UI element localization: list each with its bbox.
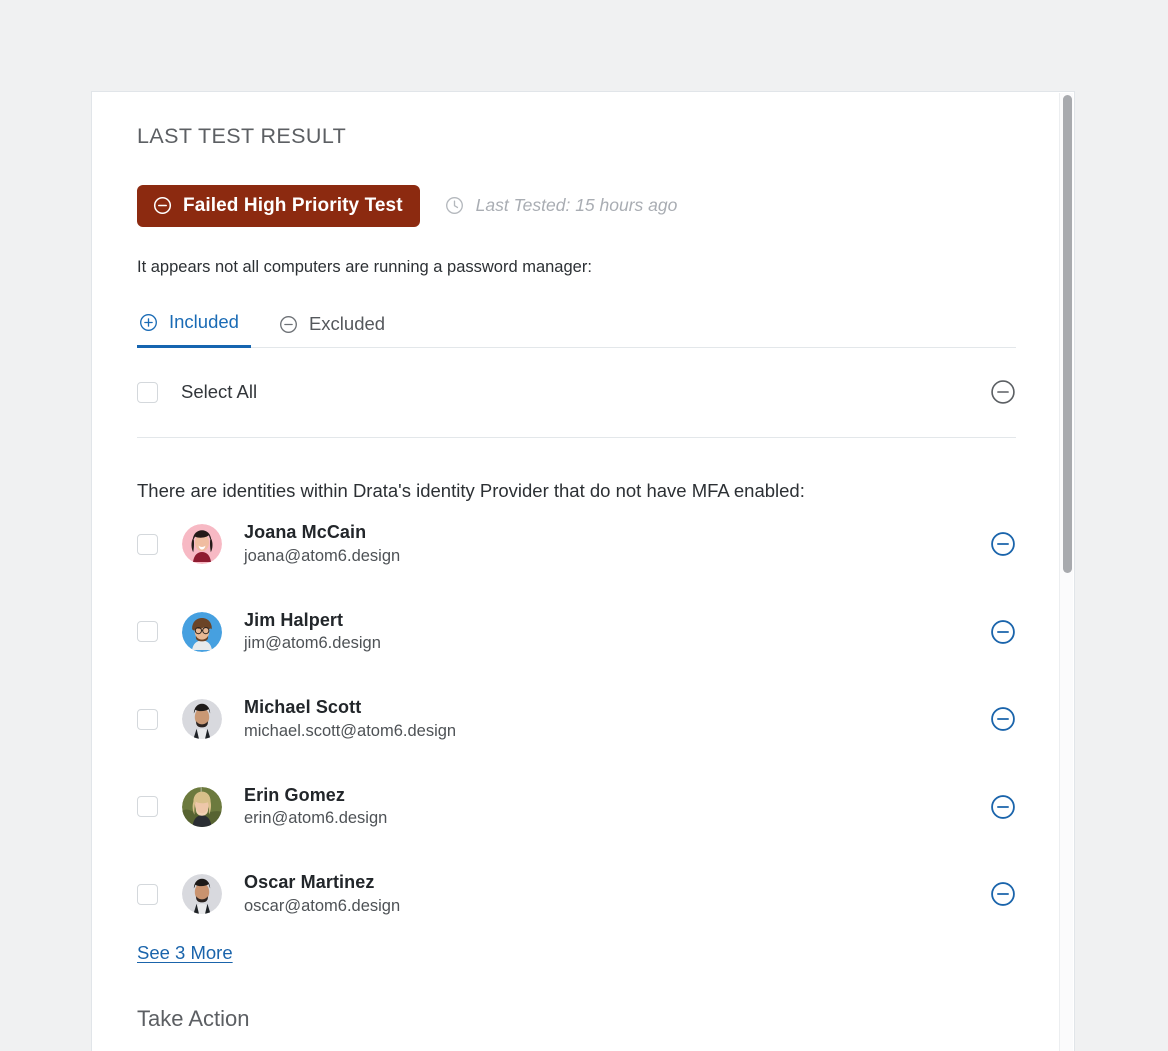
person-email: jim@atom6.design — [244, 633, 381, 654]
status-row: Failed High Priority Test Last Tested: 1… — [137, 185, 1016, 227]
see-more-link[interactable]: See 3 More — [137, 942, 233, 964]
identity-list-intro: There are identities within Drata's iden… — [137, 482, 1016, 501]
list-item: Erin Gomez erin@atom6.design — [137, 763, 1016, 851]
avatar — [182, 699, 222, 739]
select-all-checkbox[interactable] — [137, 382, 158, 403]
person-info: Oscar Martinez oscar@atom6.design — [244, 871, 400, 917]
minus-circle-icon — [153, 196, 172, 215]
avatar — [182, 874, 222, 914]
status-badge-label: Failed High Priority Test — [183, 196, 403, 215]
person-info: Joana McCain joana@atom6.design — [244, 521, 400, 567]
last-tested: Last Tested: 15 hours ago — [445, 196, 678, 215]
page-title: LAST TEST RESULT — [137, 126, 1016, 148]
row-checkbox[interactable] — [137, 796, 158, 817]
tab-excluded-label: Excluded — [309, 315, 385, 334]
status-badge: Failed High Priority Test — [137, 185, 420, 227]
person-name: Jim Halpert — [244, 609, 381, 632]
scrollbar-track[interactable] — [1059, 93, 1073, 1051]
exclude-person-button[interactable] — [990, 531, 1016, 557]
exclude-person-button[interactable] — [990, 881, 1016, 907]
person-info: Jim Halpert jim@atom6.design — [244, 609, 381, 655]
plus-circle-icon — [139, 313, 158, 332]
clock-icon — [445, 196, 464, 215]
test-description: It appears not all computers are running… — [137, 257, 1016, 278]
avatar — [182, 524, 222, 564]
select-all-row: Select All — [137, 348, 1016, 438]
person-name: Joana McCain — [244, 521, 400, 544]
select-all-label: Select All — [181, 383, 257, 402]
person-name: Michael Scott — [244, 696, 456, 719]
tab-included-label: Included — [169, 313, 239, 332]
select-all-exclude-button[interactable] — [990, 379, 1016, 405]
person-email: erin@atom6.design — [244, 808, 387, 829]
list-item: Michael Scott michael.scott@atom6.design — [137, 675, 1016, 763]
exclude-person-button[interactable] — [990, 706, 1016, 732]
take-action-title: Take Action — [137, 1008, 1016, 1030]
person-info: Erin Gomez erin@atom6.design — [244, 784, 387, 830]
last-tested-label: Last Tested: 15 hours ago — [476, 197, 678, 215]
person-name: Erin Gomez — [244, 784, 387, 807]
exclude-person-button[interactable] — [990, 794, 1016, 820]
list-item: Joana McCain joana@atom6.design — [137, 500, 1016, 588]
row-checkbox[interactable] — [137, 621, 158, 642]
last-test-result-card: LAST TEST RESULT Failed High Priority Te… — [91, 91, 1075, 1051]
person-email: oscar@atom6.design — [244, 896, 400, 917]
scrollbar-thumb[interactable] — [1063, 95, 1072, 573]
card-content: LAST TEST RESULT Failed High Priority Te… — [92, 92, 1062, 1051]
tab-included[interactable]: Included — [137, 313, 251, 348]
result-tabs: Included Excluded — [137, 313, 1016, 348]
avatar — [182, 787, 222, 827]
tab-excluded[interactable]: Excluded — [277, 315, 397, 347]
row-checkbox[interactable] — [137, 534, 158, 555]
person-email: michael.scott@atom6.design — [244, 721, 456, 742]
exclude-person-button[interactable] — [990, 619, 1016, 645]
avatar — [182, 612, 222, 652]
person-info: Michael Scott michael.scott@atom6.design — [244, 696, 456, 742]
list-item: Jim Halpert jim@atom6.design — [137, 588, 1016, 676]
person-name: Oscar Martinez — [244, 871, 400, 894]
minus-circle-icon — [279, 315, 298, 334]
row-checkbox[interactable] — [137, 709, 158, 730]
list-item: Oscar Martinez oscar@atom6.design — [137, 850, 1016, 938]
person-email: joana@atom6.design — [244, 546, 400, 567]
row-checkbox[interactable] — [137, 884, 158, 905]
